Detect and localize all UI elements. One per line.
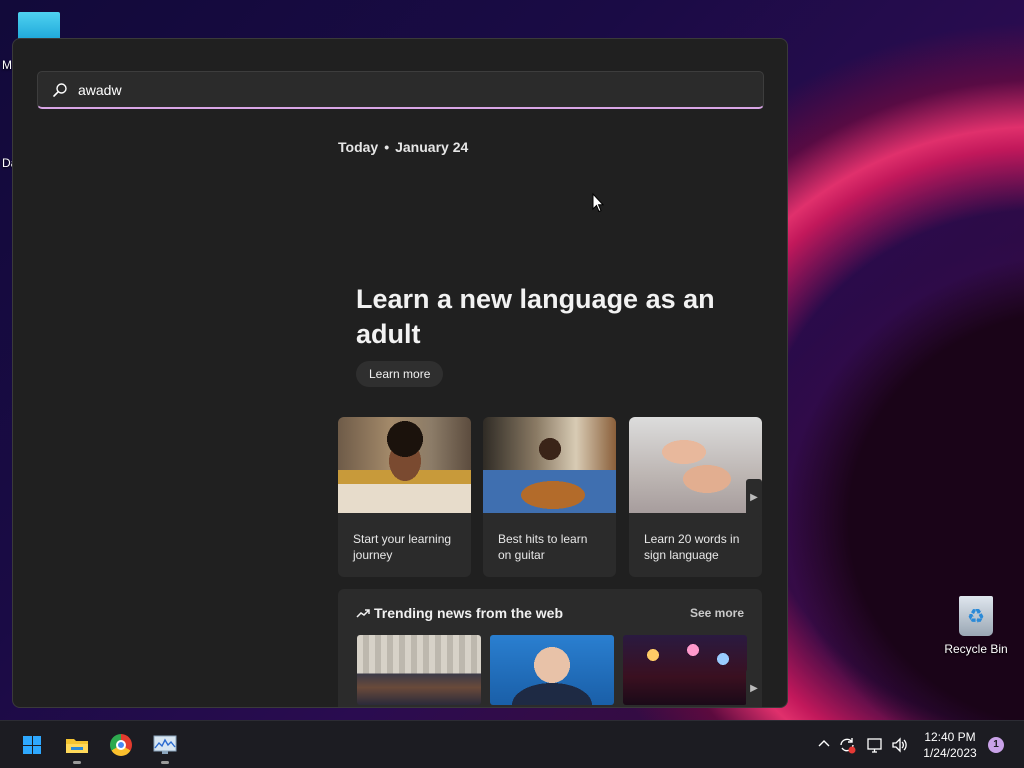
date-separator: • xyxy=(384,139,390,155)
card-sign-language[interactable]: Learn 20 words in sign language xyxy=(629,417,762,577)
recycle-bin[interactable]: Recycle Bin xyxy=(940,596,1012,656)
news-image-concert[interactable] xyxy=(623,635,747,705)
recycle-bin-label: Recycle Bin xyxy=(944,642,1008,656)
card-image-sign xyxy=(629,417,762,513)
see-more-link[interactable]: See more xyxy=(690,606,744,620)
hero-title: Learn a new language as an adult xyxy=(356,284,715,349)
resource-monitor-button[interactable] xyxy=(149,729,181,764)
start-button[interactable] xyxy=(16,729,48,761)
network-icon[interactable] xyxy=(866,736,884,754)
desktop-icon-label: M xyxy=(2,58,12,72)
date-prefix: Today xyxy=(338,139,379,155)
show-hidden-icons-icon[interactable] xyxy=(815,736,833,754)
system-clock[interactable]: 12:40 PM 1/24/2023 xyxy=(912,729,988,761)
trending-arrow-icon xyxy=(356,609,370,618)
news-image-portrait[interactable] xyxy=(490,635,614,705)
search-icon xyxy=(53,82,67,97)
card-learning-journey[interactable]: Start your learning journey xyxy=(338,417,471,577)
clock-date: 1/24/2023 xyxy=(923,746,977,760)
running-indicator xyxy=(73,761,81,764)
date-value: January 24 xyxy=(395,139,469,155)
file-explorer-icon xyxy=(66,739,88,753)
card-image-artist xyxy=(338,417,471,513)
card-guitar[interactable]: Best hits to learn on guitar xyxy=(483,417,616,577)
mouse-cursor-icon xyxy=(592,193,604,213)
sync-alert-icon[interactable] xyxy=(838,736,856,754)
recycle-bin-icon xyxy=(959,596,993,636)
card-caption: Start your learning journey xyxy=(353,532,452,562)
start-icon xyxy=(23,736,41,754)
file-explorer-button[interactable] xyxy=(61,729,93,764)
taskbar: 12:40 PM 1/24/2023 1 xyxy=(0,720,1024,768)
search-box[interactable] xyxy=(37,71,764,109)
running-indicator xyxy=(161,761,169,764)
resource-monitor-icon xyxy=(153,735,177,754)
trending-title: Trending news from the web xyxy=(356,605,563,621)
chrome-button[interactable] xyxy=(105,729,137,761)
learn-more-button[interactable]: Learn more xyxy=(356,361,444,387)
trending-news: Trending news from the web See more ▶ xyxy=(338,589,762,707)
notification-badge[interactable]: 1 xyxy=(988,737,1004,753)
card-image-guitar xyxy=(483,417,616,513)
trending-title-text: Trending news from the web xyxy=(374,605,564,621)
news-image-protest[interactable] xyxy=(357,635,481,705)
card-caption: Best hits to learn on guitar xyxy=(498,532,588,562)
news-next-arrow-icon[interactable]: ▶ xyxy=(746,669,762,707)
date-heading: Today • January 24 xyxy=(338,139,468,155)
card-caption: Learn 20 words in sign language xyxy=(644,532,740,562)
chrome-icon xyxy=(110,734,132,756)
cards-next-arrow-icon[interactable]: ▶ xyxy=(746,479,762,517)
search-panel: Today • January 24 Learn a new language as… xyxy=(12,38,788,708)
search-input[interactable] xyxy=(78,81,678,98)
volume-icon[interactable] xyxy=(891,736,909,754)
clock-time: 12:40 PM xyxy=(924,730,976,744)
